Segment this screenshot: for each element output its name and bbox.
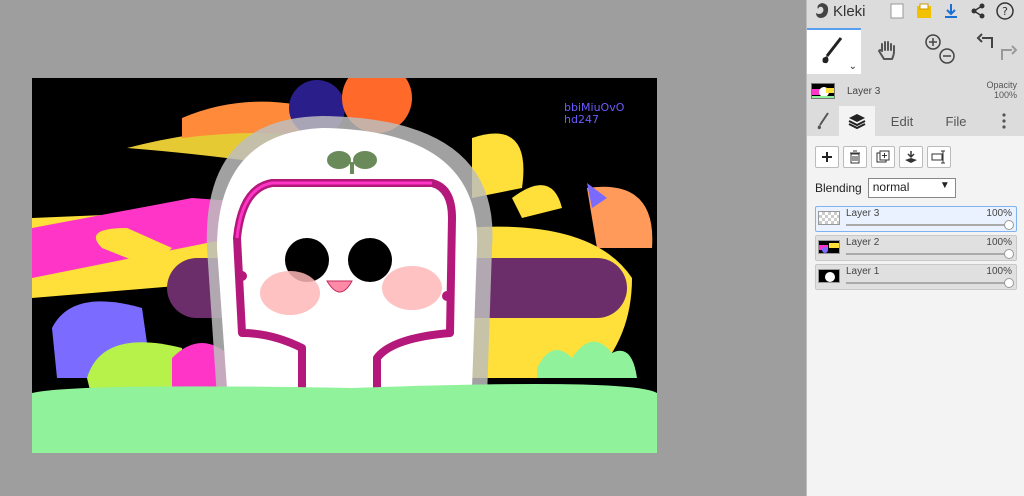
opacity-value: 100% <box>993 90 1017 100</box>
kleki-logo-icon <box>816 3 829 18</box>
delete-layer-button[interactable] <box>843 146 867 168</box>
add-layer-button[interactable] <box>815 146 839 168</box>
rename-layer-button[interactable] <box>927 146 951 168</box>
brush-icon <box>822 37 843 64</box>
merge-down-icon <box>905 151 917 163</box>
layer-item-1[interactable]: Layer 1 100% <box>815 264 1017 290</box>
undo-icon[interactable] <box>976 33 993 48</box>
current-layer-opacity: Opacity 100% <box>986 80 1017 100</box>
layer-name: Layer 3 <box>846 208 880 219</box>
rename-icon <box>931 150 945 164</box>
layer-name: Layer 2 <box>846 237 880 248</box>
hand-tool-button[interactable] <box>861 28 915 74</box>
top-bar: Kleki ? <box>807 0 1024 22</box>
blending-select[interactable]: normal ▼ <box>867 178 956 198</box>
redo-icon[interactable] <box>1001 45 1018 60</box>
trash-icon <box>850 150 860 164</box>
download-icon[interactable] <box>939 1 963 21</box>
svg-text:?: ? <box>1002 5 1008 18</box>
chevron-down-icon: ▼ <box>939 180 950 191</box>
layer-thumbnail <box>818 211 840 225</box>
app-name: Kleki <box>833 2 866 20</box>
new-image-icon[interactable] <box>885 1 909 21</box>
share-icon[interactable] <box>966 1 990 21</box>
brush-tool-button[interactable]: ⌄ <box>807 28 861 74</box>
current-layer-name: Layer 3 <box>847 85 881 97</box>
artwork <box>32 78 657 453</box>
chevron-down-icon[interactable]: ⌄ <box>849 61 857 72</box>
panel-tabs: Edit File <box>807 106 1024 136</box>
layer-item-2[interactable]: Layer 2 100% <box>815 235 1017 261</box>
drawing-canvas[interactable]: bbiMiuOvO hd247 <box>32 78 657 453</box>
layers-icon <box>848 114 866 130</box>
layer-opacity: 100% <box>986 266 1012 277</box>
watermark-line-2: hd247 <box>564 113 599 126</box>
zoom-out-icon[interactable] <box>939 48 955 64</box>
duplicate-icon <box>876 150 890 163</box>
duplicate-layer-button[interactable] <box>871 146 895 168</box>
sidebar: Kleki ? ⌄ Layer 3 Opacity 100% Edit File… <box>806 0 1024 496</box>
slider-handle[interactable] <box>1004 249 1014 259</box>
tab-edit[interactable]: Edit <box>875 106 929 136</box>
tool-row: ⌄ <box>807 28 1024 74</box>
brush-tab-icon <box>817 112 829 130</box>
layer-thumbnail <box>818 240 840 254</box>
slider-handle[interactable] <box>1004 220 1014 230</box>
watermark-text: bbiMiuOvO hd247 <box>564 102 624 126</box>
current-layer-info: Layer 3 Opacity 100% <box>807 78 1024 104</box>
save-icon[interactable] <box>912 1 936 21</box>
hand-icon <box>877 41 895 60</box>
layer-item-3[interactable]: Layer 3 100% <box>815 206 1017 232</box>
tab-brush[interactable] <box>807 106 839 136</box>
undo-redo-controls <box>970 28 1024 74</box>
layers-panel: Blending normal ▼ Layer 3 100% Layer 2 1… <box>807 136 1024 496</box>
layer-thumbnail <box>818 269 840 283</box>
opacity-label: Opacity <box>986 80 1017 90</box>
zoom-controls <box>915 28 970 74</box>
blending-value: normal <box>872 180 910 194</box>
tab-layers[interactable] <box>839 106 875 136</box>
more-menu-button[interactable] <box>983 106 1024 136</box>
blending-label: Blending <box>815 181 862 195</box>
plus-icon <box>822 152 832 162</box>
layer-opacity-slider[interactable] <box>846 278 1014 288</box>
layer-name: Layer 1 <box>846 266 880 277</box>
help-icon[interactable]: ? <box>993 1 1017 21</box>
layer-opacity-slider[interactable] <box>846 249 1014 259</box>
zoom-in-icon[interactable] <box>925 34 941 50</box>
layer-opacity-slider[interactable] <box>846 220 1014 230</box>
layer-list: Layer 3 100% Layer 2 100% Layer 1 100% <box>815 206 1017 293</box>
tab-file[interactable]: File <box>929 106 983 136</box>
blending-control: Blending normal ▼ <box>815 178 956 198</box>
layer-opacity: 100% <box>986 237 1012 248</box>
merge-down-button[interactable] <box>899 146 923 168</box>
layer-opacity: 100% <box>986 208 1012 219</box>
app-logo[interactable]: Kleki <box>813 2 885 20</box>
canvas-workspace[interactable]: bbiMiuOvO hd247 <box>0 0 806 496</box>
more-icon <box>1002 113 1006 129</box>
current-layer-thumbnail <box>811 83 835 99</box>
layer-actions <box>815 146 951 168</box>
slider-handle[interactable] <box>1004 278 1014 288</box>
